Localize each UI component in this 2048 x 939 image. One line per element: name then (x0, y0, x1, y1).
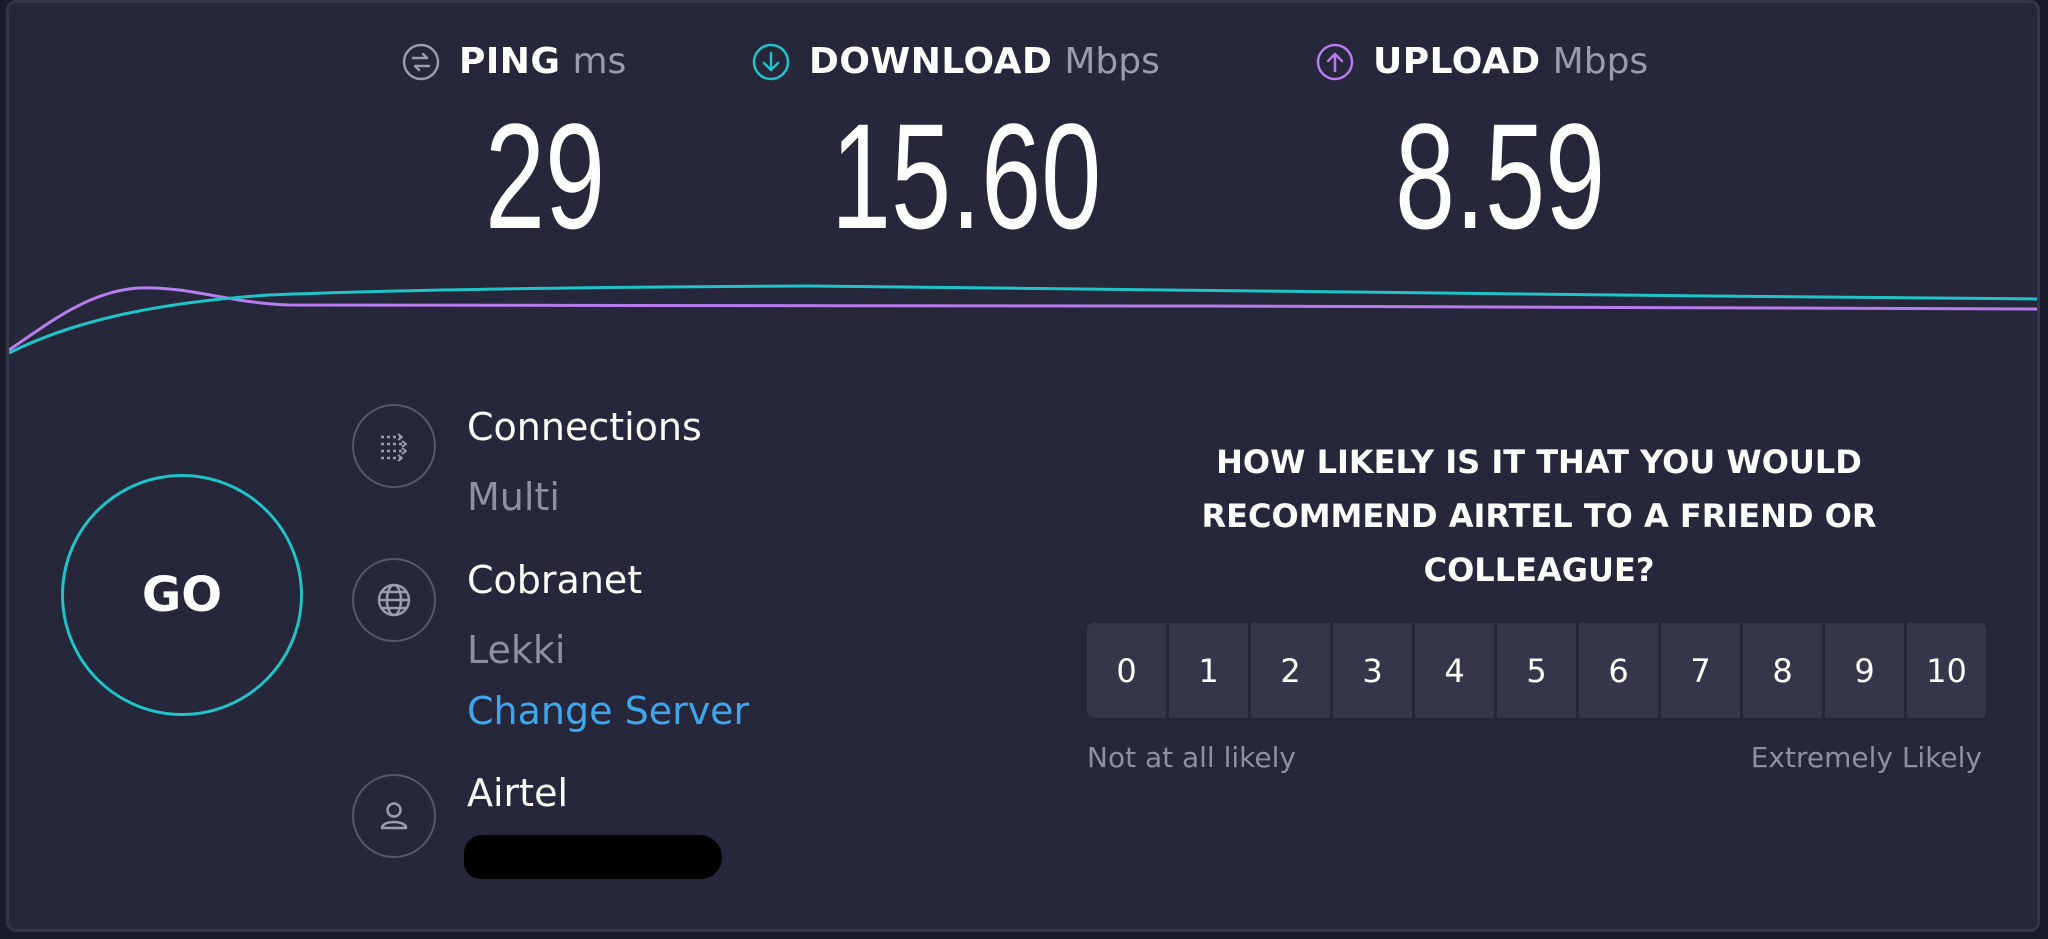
download-value: 15.60 (831, 92, 1102, 260)
rating-option-8[interactable]: 8 (1743, 623, 1822, 718)
provider-name: Airtel (467, 771, 569, 815)
speedtest-panel: PING ms 29 DOWNLOAD Mbps 15.60 UPLOAD Mb… (6, 0, 2040, 932)
upload-value: 8.59 (1395, 92, 1606, 260)
globe-icon (352, 558, 436, 642)
connections-value: Multi (467, 475, 560, 519)
upload-metric: UPLOAD Mbps 8.59 (1315, 41, 1649, 251)
server-name: Cobranet (467, 558, 643, 602)
rating-option-6[interactable]: 6 (1579, 623, 1658, 718)
connections-title: Connections (467, 405, 702, 449)
rating-option-4[interactable]: 4 (1415, 623, 1494, 718)
rating-option-1[interactable]: 1 (1169, 623, 1248, 718)
rating-option-3[interactable]: 3 (1333, 623, 1412, 718)
download-speed-line (9, 284, 2037, 355)
change-server-link[interactable]: Change Server (467, 689, 749, 733)
rating-option-0[interactable]: 0 (1087, 623, 1166, 718)
rating-option-10[interactable]: 10 (1907, 623, 1986, 718)
speed-graph (9, 284, 2037, 355)
upload-unit: Mbps (1552, 41, 1649, 82)
ping-value: 29 (485, 92, 606, 260)
ping-unit: ms (572, 41, 627, 82)
ping-label: PING (459, 41, 561, 82)
download-metric: DOWNLOAD Mbps 15.60 (751, 41, 1160, 251)
connections-icon (352, 404, 436, 488)
rating-option-7[interactable]: 7 (1661, 623, 1740, 718)
rating-high-label: Extremely Likely (1750, 741, 1982, 774)
rating-low-label: Not at all likely (1087, 741, 1296, 774)
upload-arrow-icon (1316, 43, 1354, 80)
redacted-ip (464, 835, 722, 879)
rating-scale: 0 1 2 3 4 5 6 7 8 9 10 (1087, 623, 1986, 718)
survey-question: HOW LIKELY IS IT THAT YOU WOULD RECOMMEN… (1201, 443, 1877, 589)
upload-label: UPLOAD (1373, 41, 1541, 82)
user-icon (352, 774, 436, 858)
download-unit: Mbps (1064, 41, 1160, 82)
download-arrow-icon (752, 43, 790, 80)
rating-option-2[interactable]: 2 (1251, 623, 1330, 718)
ping-metric: PING ms 29 (401, 41, 627, 251)
rating-option-5[interactable]: 5 (1497, 623, 1576, 718)
rating-option-9[interactable]: 9 (1825, 623, 1904, 718)
ping-icon (402, 43, 440, 80)
server-location: Lekki (467, 628, 566, 672)
go-button[interactable]: GO (61, 474, 303, 716)
download-label: DOWNLOAD (809, 41, 1053, 82)
